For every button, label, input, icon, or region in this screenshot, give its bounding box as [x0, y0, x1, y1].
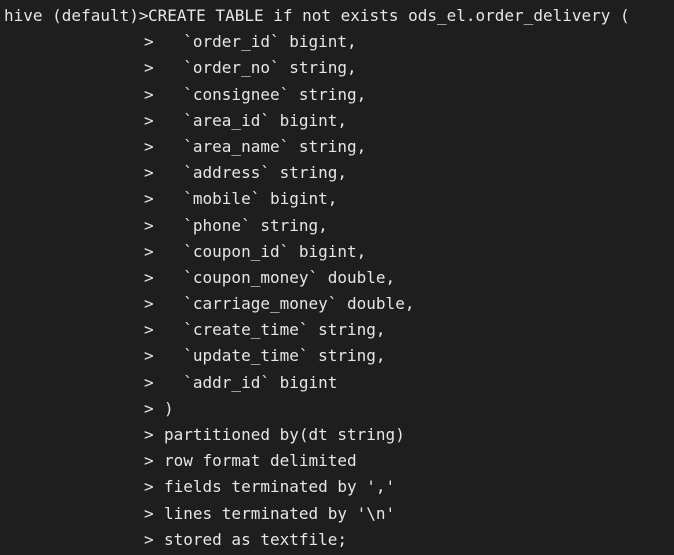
- sql-line: partitioned by(dt string): [164, 425, 405, 444]
- continuation-marker: >: [144, 267, 154, 287]
- terminal-line: > `carriage_money` double,: [0, 291, 674, 317]
- sql-line: `address` string,: [164, 163, 348, 183]
- sql-line: `order_id` bigint,: [164, 32, 357, 52]
- terminal-line: > partitioned by(dt string): [0, 422, 674, 448]
- continuation-marker: >: [144, 346, 154, 366]
- terminal-line-prompt: hive (default)> CREATE TABLE if not exis…: [0, 3, 674, 29]
- terminal-line: >): [0, 396, 674, 422]
- sql-line: `area_id` bigint,: [164, 110, 348, 130]
- terminal-line: > `area_id` bigint,: [0, 108, 674, 134]
- hive-prompt: hive (default)>: [4, 6, 149, 25]
- sql-line: `coupon_money` double,: [164, 267, 396, 287]
- continuation-marker: >: [144, 451, 154, 471]
- sql-line: `mobile` bigint,: [164, 189, 338, 209]
- sql-line: lines terminated by '\n': [164, 503, 396, 523]
- continuation-marker: >: [144, 58, 154, 78]
- terminal-line: > stored as textfile;: [0, 527, 674, 553]
- terminal-line: > `area_name` string,: [0, 134, 674, 160]
- continuation-marker: >: [144, 425, 154, 444]
- terminal-line: > `addr_id` bigint: [0, 370, 674, 396]
- sql-line: CREATE TABLE if not exists ods_el.order_…: [148, 6, 630, 25]
- continuation-marker: >: [144, 503, 154, 523]
- terminal-window[interactable]: hive (default)> CREATE TABLE if not exis…: [0, 0, 674, 555]
- terminal-line: > lines terminated by '\n': [0, 501, 674, 527]
- terminal-line: > `mobile` bigint,: [0, 186, 674, 212]
- terminal-line: > `coupon_money` double,: [0, 265, 674, 291]
- terminal-line: > fields terminated by ',': [0, 474, 674, 500]
- sql-line: `order_no` string,: [164, 58, 357, 78]
- continuation-marker: >: [144, 136, 154, 156]
- sql-line: `create_time` string,: [164, 320, 386, 340]
- terminal-line: > `order_id` bigint,: [0, 29, 674, 55]
- sql-line: `consignee` string,: [164, 84, 367, 104]
- sql-line: row format delimited: [164, 451, 357, 471]
- sql-line: stored as textfile;: [164, 529, 348, 549]
- sql-line: `addr_id` bigint: [164, 372, 338, 392]
- terminal-line: > `address` string,: [0, 160, 674, 186]
- terminal-line: > row format delimited: [0, 448, 674, 474]
- sql-line: ): [164, 398, 174, 418]
- continuation-marker: >: [144, 372, 154, 392]
- sql-line: `carriage_money` double,: [164, 294, 415, 314]
- terminal-line: > `create_time` string,: [0, 317, 674, 343]
- continuation-marker: >: [144, 163, 154, 183]
- continuation-marker: >: [144, 215, 154, 235]
- continuation-marker: >: [144, 32, 154, 52]
- continuation-marker: >: [144, 529, 154, 549]
- sql-line: fields terminated by ',': [164, 477, 396, 497]
- continuation-marker: >: [144, 477, 154, 497]
- sql-line: `area_name` string,: [164, 136, 367, 156]
- continuation-marker: >: [144, 241, 154, 261]
- continuation-marker: >: [144, 110, 154, 130]
- continuation-marker: >: [144, 294, 154, 314]
- continuation-marker: >: [144, 398, 154, 418]
- continuation-marker: >: [144, 84, 154, 104]
- sql-line: `phone` string,: [164, 215, 328, 235]
- continuation-marker: >: [144, 189, 154, 209]
- terminal-line: > `coupon_id` bigint,: [0, 239, 674, 265]
- terminal-line: > `update_time` string,: [0, 343, 674, 369]
- continuation-marker: >: [144, 320, 154, 340]
- sql-line: `update_time` string,: [164, 346, 386, 366]
- terminal-line: > `consignee` string,: [0, 82, 674, 108]
- terminal-line: > `phone` string,: [0, 213, 674, 239]
- sql-line: `coupon_id` bigint,: [164, 241, 367, 261]
- terminal-line: > `order_no` string,: [0, 55, 674, 81]
